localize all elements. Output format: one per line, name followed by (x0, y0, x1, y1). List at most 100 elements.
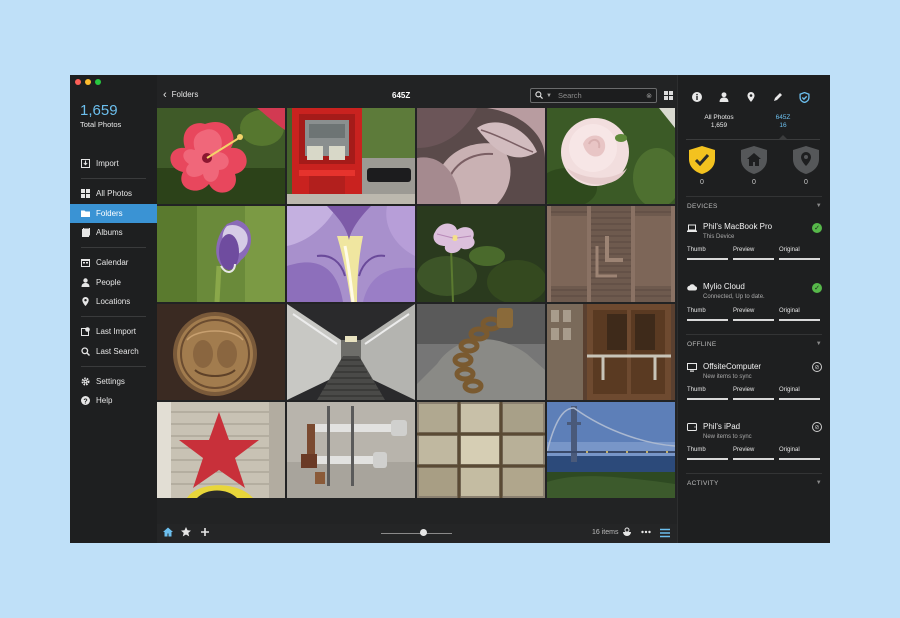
panel-tabs (678, 91, 830, 103)
sidebar-item-calendar[interactable]: Calendar (70, 253, 157, 272)
activity-section-header[interactable]: ACTIVITY ▼ (687, 480, 822, 487)
pencil-icon[interactable] (772, 91, 784, 103)
synced-check-icon: ✓ (812, 283, 822, 293)
preview-progress-bar (733, 458, 774, 460)
sidebar-item-people[interactable]: People (70, 273, 157, 292)
device-status-text: New items to sync (703, 434, 752, 440)
column-all-photos[interactable]: All Photos 1,659 (689, 114, 749, 130)
person-icon[interactable] (718, 91, 730, 103)
photo-thumbnail-bronze-medallion[interactable] (157, 304, 285, 400)
thumb-progress-bar (687, 319, 728, 321)
sidebar-item-settings[interactable]: Settings (70, 372, 157, 391)
divider (81, 178, 146, 179)
column-645z[interactable]: 645Z 16 (753, 114, 813, 130)
photo-thumbnail-pink-flower[interactable] (417, 206, 545, 302)
sidebar-item-folders[interactable]: Folders (70, 204, 157, 223)
photo-thumbnail-glass-blocks[interactable] (417, 402, 545, 498)
sidebar-item-label: All Photos (96, 189, 133, 198)
sidebar-item-locations[interactable]: Locations (70, 292, 157, 311)
tier-label: Thumb (687, 308, 706, 314)
tier-label: Original (779, 387, 800, 393)
photo-thumbnail-purple-iris[interactable] (287, 206, 415, 302)
device-status-text: New items to sync (703, 374, 752, 380)
photo-thumbnail-escalator[interactable] (287, 304, 415, 400)
photo-thumbnail-star-graffiti[interactable] (157, 402, 285, 498)
star-icon[interactable] (181, 527, 191, 540)
protected-shield-icon[interactable] (687, 145, 717, 175)
divider (81, 366, 146, 367)
window-controls (75, 79, 101, 85)
minimize-window-button[interactable] (85, 79, 91, 85)
info-icon[interactable] (691, 91, 703, 103)
sidebar-item-label: Help (96, 396, 113, 405)
section-title: DEVICES (687, 203, 718, 210)
clear-search-icon[interactable]: ⊗ (646, 92, 652, 100)
sidebar-item-all-photos[interactable]: All Photos (70, 184, 157, 203)
photo-thumbnail-variegated-leaves[interactable] (417, 108, 545, 204)
tier-label: Original (779, 247, 800, 253)
photo-thumbnail-industrial-pipes[interactable] (287, 402, 415, 498)
chevron-down-icon: ▼ (815, 480, 822, 486)
chevron-down-icon[interactable]: ▼ (546, 93, 552, 99)
photo-thumbnail-red-call-box[interactable] (287, 108, 415, 204)
sidebar-item-last-search[interactable]: Last Search (70, 342, 157, 361)
column-count: 16 (779, 122, 787, 129)
divider (686, 139, 820, 140)
photo-grid (157, 108, 677, 500)
photo-thumbnail-purple-bud[interactable] (157, 206, 285, 302)
sidebar-item-albums[interactable]: Albums (70, 223, 157, 242)
sync-icon[interactable] (622, 527, 632, 540)
help-icon: ? (81, 396, 90, 405)
search-input[interactable] (557, 91, 647, 100)
laptop-icon (687, 224, 697, 235)
search-box: ▼ ⊗ (530, 88, 657, 103)
tier-label: Thumb (687, 447, 706, 453)
search-icon (81, 347, 90, 356)
offline-section-header[interactable]: OFFLINE ▼ (687, 341, 822, 348)
grid-view-icon[interactable] (664, 91, 673, 100)
last-import-icon (81, 327, 90, 336)
toolbar: ‹ Folders 645Z ▼ ⊗ (157, 84, 677, 108)
thumb-progress-bar (687, 458, 728, 460)
zoom-slider-thumb[interactable] (420, 529, 428, 536)
zoom-window-button[interactable] (95, 79, 101, 85)
location-count: 0 (804, 179, 808, 186)
preview-progress-bar (733, 258, 774, 260)
device-status-text: Connected, Up to date. (703, 294, 765, 300)
total-photo-count: 1,659 (80, 102, 118, 119)
devices-section-header[interactable]: DEVICES ▼ (687, 203, 822, 210)
sidebar-item-label: Last Search (96, 347, 139, 356)
device-status-text: This Device (703, 234, 735, 240)
sidebar-item-label: Import (96, 159, 119, 168)
back-button[interactable]: ‹ Folders (163, 89, 198, 100)
photo-thumbnail-suspension-bridge[interactable] (547, 402, 675, 498)
close-window-button[interactable] (75, 79, 81, 85)
sidebar-item-last-import[interactable]: Last Import (70, 322, 157, 341)
photo-thumbnail-chain-lock[interactable] (417, 304, 545, 400)
bottom-toolbar: 16 items (157, 524, 677, 543)
list-view-icon[interactable] (660, 528, 670, 541)
home-icon[interactable] (163, 527, 173, 540)
import-icon (81, 159, 90, 168)
preview-progress-bar (733, 398, 774, 400)
pin-icon (81, 297, 90, 306)
more-icon[interactable] (641, 525, 651, 538)
home-shield-icon[interactable] (739, 145, 769, 175)
sidebar-item-help[interactable]: ? Help (70, 391, 157, 410)
search-icon[interactable] (535, 90, 543, 101)
pin-icon[interactable] (745, 91, 757, 103)
photo-thumbnail-brick-wall[interactable] (547, 206, 675, 302)
shield-icon[interactable] (798, 91, 810, 103)
add-icon[interactable] (200, 527, 210, 540)
sidebar-item-label: Locations (96, 297, 131, 306)
monitor-icon (687, 363, 697, 374)
photo-thumbnail-hibiscus[interactable] (157, 108, 285, 204)
tier-label: Thumb (687, 387, 706, 393)
photo-thumbnail-wooden-door[interactable] (547, 304, 675, 400)
tier-label: Original (779, 447, 800, 453)
zoom-slider-track[interactable] (381, 533, 452, 534)
sidebar-item-import[interactable]: Import (70, 154, 157, 173)
location-shield-icon[interactable] (791, 145, 821, 175)
tier-label: Preview (733, 247, 755, 253)
photo-thumbnail-white-rose[interactable] (547, 108, 675, 204)
